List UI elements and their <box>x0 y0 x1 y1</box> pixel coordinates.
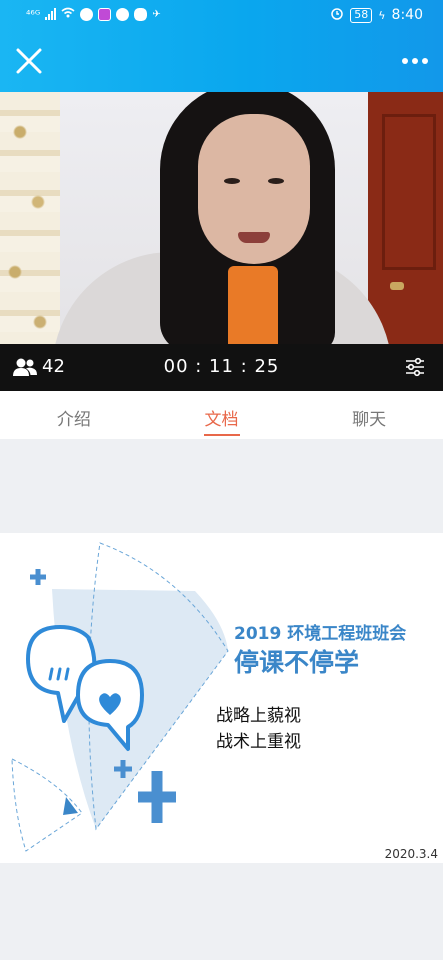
more-dots-icon <box>402 58 408 64</box>
presenter-face <box>198 114 310 264</box>
document-slide[interactable]: 2019 环境工程班班会 停课不停学 战略上藐视 战术上重视 2020.3.4 <box>0 533 443 863</box>
network-indicator: ⁴⁶ᴳ <box>26 7 41 21</box>
plus-icon-large <box>138 771 176 823</box>
tab-chat-label: 聊天 <box>352 410 387 430</box>
tab-documents-label: 文档 <box>204 410 239 430</box>
video-background-curtain <box>0 92 60 344</box>
speed-indicator-icon: ✈ <box>152 8 161 20</box>
plus-icon-small <box>30 569 46 585</box>
tab-documents[interactable]: 文档 <box>148 391 296 439</box>
live-video[interactable] <box>0 92 443 344</box>
slide-date: 2020.3.4 <box>384 847 438 861</box>
close-button[interactable] <box>12 44 46 78</box>
close-icon <box>16 48 42 74</box>
settings-button[interactable] <box>403 355 427 379</box>
app-notification-icon <box>80 7 94 21</box>
status-left: ⁴⁶ᴳ ✈ <box>26 7 161 21</box>
slide-text-line2: 战术上重视 <box>216 732 301 752</box>
video-background-door <box>368 92 443 344</box>
tab-intro-label: 介绍 <box>56 410 91 430</box>
video-control-bar: 42 00 : 11 : 25 <box>0 344 443 391</box>
signal-icon <box>45 8 57 20</box>
slide-title-line2: 停课不停学 <box>234 648 360 677</box>
alarm-icon <box>330 6 344 24</box>
tab-intro[interactable]: 介绍 <box>0 391 148 439</box>
slide-graphics <box>11 542 229 852</box>
slide-text-line1: 战略上藐视 <box>216 706 301 726</box>
live-timer: 00 : 11 : 25 <box>163 356 280 377</box>
video-app-notification-icon <box>98 7 112 21</box>
status-right: 58 ϟ 8:40 <box>330 6 423 24</box>
chat-notification-icon <box>134 7 148 21</box>
sliders-icon <box>406 357 424 377</box>
presenter-shirt <box>228 266 278 344</box>
slide-title-line1: 2019 环境工程班班会 <box>234 624 407 644</box>
tab-bar: 介绍 文档 聊天 <box>0 391 443 439</box>
battery-indicator: 58 <box>350 7 373 23</box>
header <box>0 30 443 92</box>
status-time: 8:40 <box>391 7 423 23</box>
top-bar: ⁴⁶ᴳ ✈ 58 ϟ 8:40 <box>0 0 443 92</box>
status-bar: ⁴⁶ᴳ ✈ 58 ϟ 8:40 <box>0 0 443 30</box>
charging-icon: ϟ <box>378 8 386 22</box>
download-notification-icon <box>116 7 130 21</box>
more-button[interactable] <box>397 46 433 76</box>
tab-chat[interactable]: 聊天 <box>295 391 443 439</box>
active-tab-indicator <box>203 434 240 436</box>
wifi-icon <box>61 7 75 21</box>
